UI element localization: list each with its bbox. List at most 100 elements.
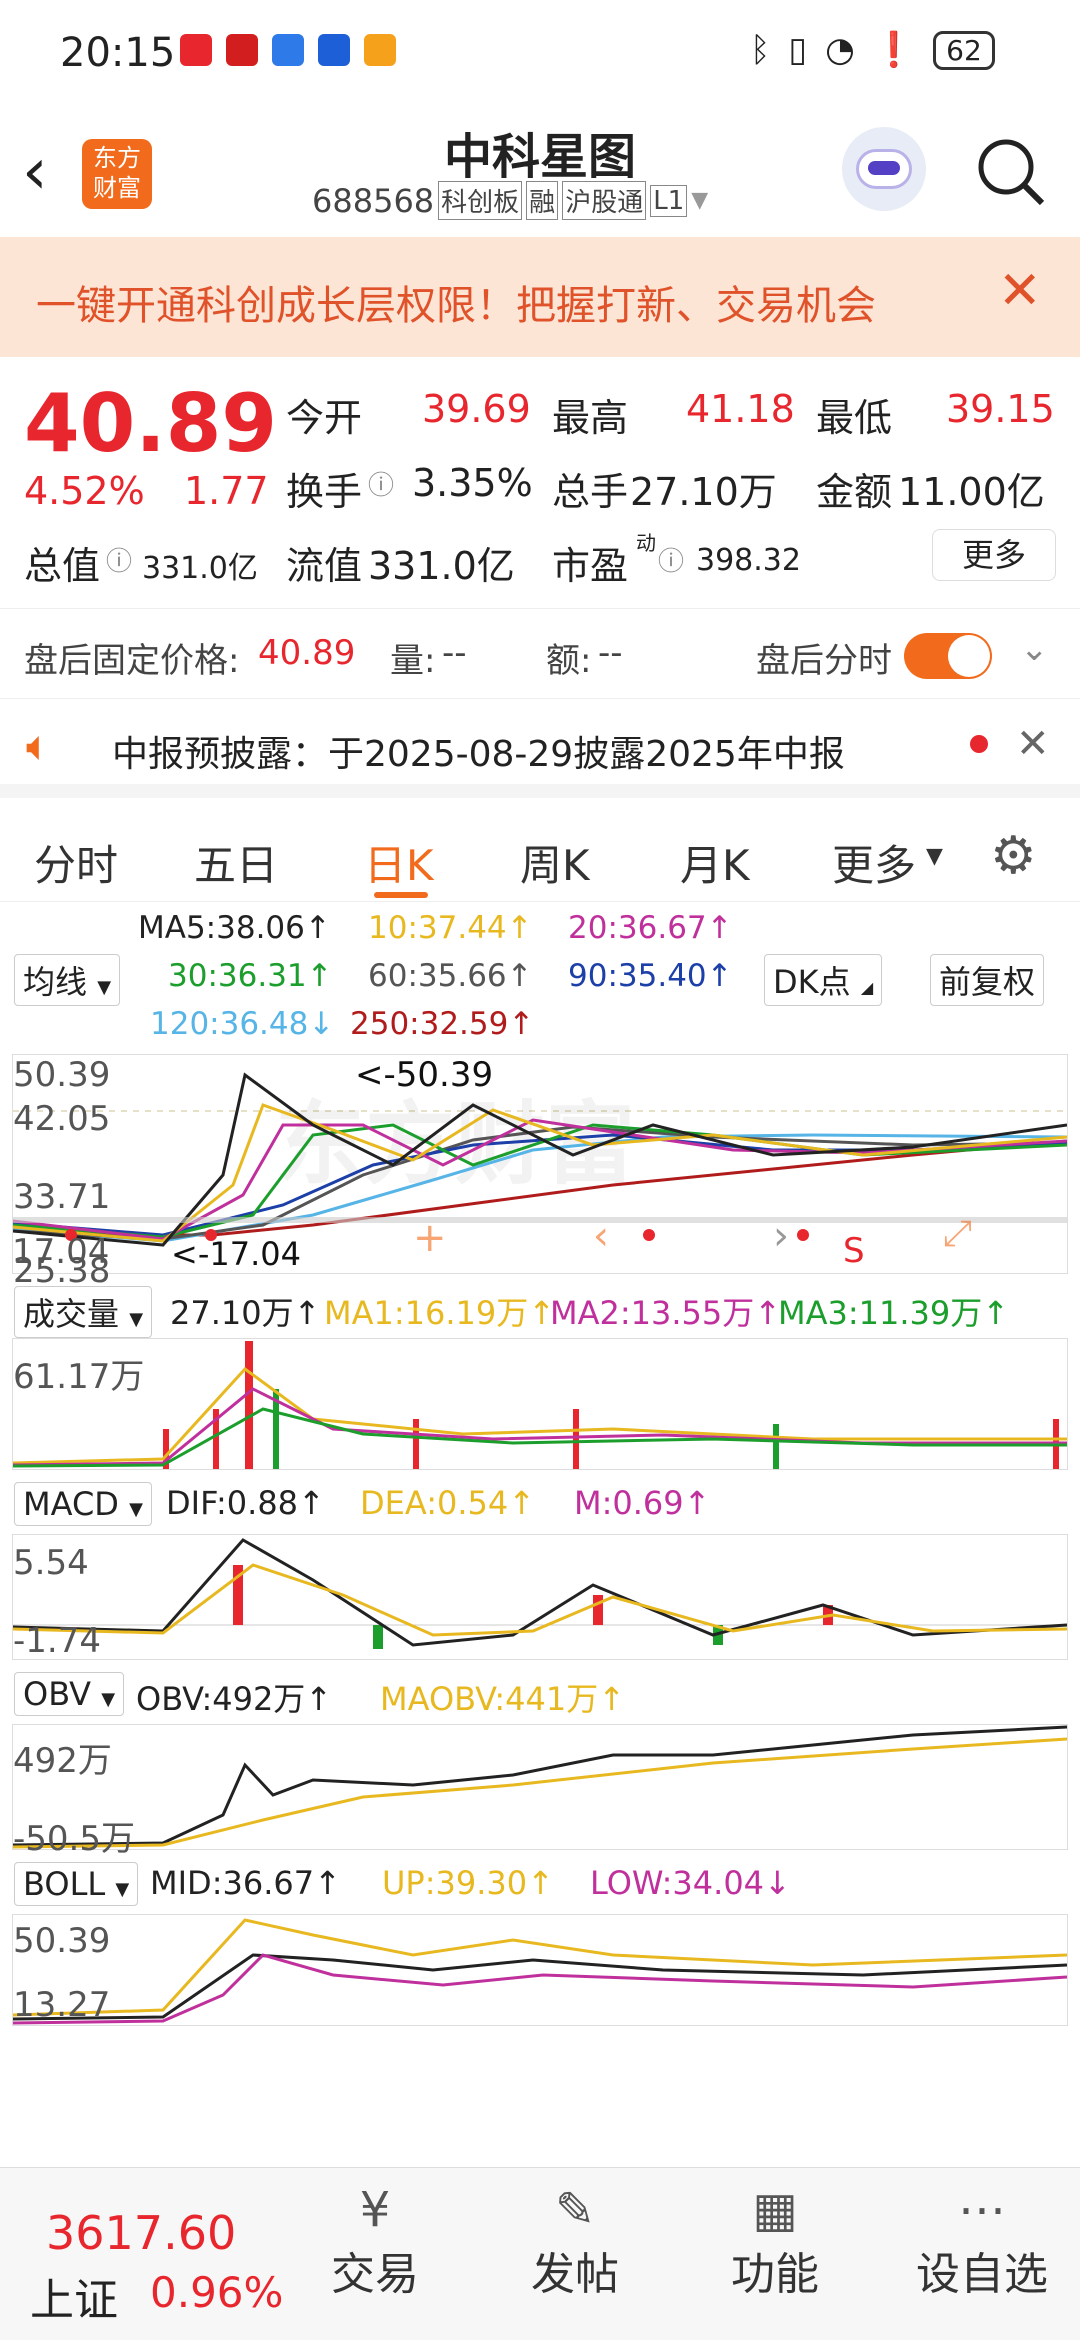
change-percent: 4.52%	[24, 469, 145, 513]
low-label: 最低	[816, 396, 893, 440]
search-icon[interactable]	[974, 135, 1046, 207]
dk-point-button[interactable]: DK点 ◢	[764, 954, 883, 1006]
obv-selector[interactable]: OBV ▼	[14, 1672, 125, 1716]
ma250-value: 250:32.59↑	[350, 1006, 535, 1042]
turnover-label: 换手	[286, 470, 363, 514]
close-icon[interactable]: ✕	[998, 261, 1042, 321]
turnover-value: 3.35%	[412, 461, 533, 505]
after-vol-label: 量:	[390, 641, 436, 681]
ma-selector-label: 均线	[23, 963, 88, 1001]
caret-down-icon: ▼	[115, 1879, 130, 1900]
promo-banner[interactable]: 一键开通科创成长层权限！把握打新、交易机会 ✕	[0, 237, 1080, 357]
kline-panel[interactable]: 东方财富 50.39 42.05 33.71 25.38 17.04 <-50.…	[12, 1054, 1068, 1291]
boll-axis-bottom: 13.27	[13, 1985, 111, 2025]
macd-selector[interactable]: MACD ▼	[14, 1482, 152, 1526]
maobv-line	[12, 1737, 1068, 1849]
after-hours-toggle-label: 盘后分时	[756, 641, 892, 681]
info-icon[interactable]: ⓘ	[368, 465, 394, 502]
info-icon[interactable]: ⓘ	[658, 541, 684, 578]
trade-button[interactable]: ¥ 交易	[320, 2182, 430, 2332]
close-icon[interactable]: ✕	[1016, 721, 1050, 767]
crosshair-icon[interactable]: +	[413, 1215, 447, 1261]
speaker-icon: 🔈︎	[26, 721, 52, 770]
volume-ma3: MA3:11.39万↑	[778, 1294, 1010, 1332]
low-value: 39.15	[946, 387, 1055, 431]
float-label: 流值	[286, 544, 363, 588]
tab-intraday[interactable]: 分时	[34, 832, 118, 893]
tab-more[interactable]: 更多	[832, 832, 916, 893]
gear-icon[interactable]: ⚙	[990, 826, 1037, 886]
pe-value: 398.32	[696, 543, 801, 578]
volume-ma1-line	[12, 1366, 1067, 1465]
app-notification-icon	[318, 34, 350, 66]
tab-five-day[interactable]: 五日	[194, 832, 278, 893]
open-value: 39.69	[422, 387, 531, 431]
max-price-marker: <-50.39	[355, 1055, 494, 1095]
tag-star-market: 科创板	[438, 181, 523, 220]
after-amt-value: --	[598, 633, 623, 673]
obv-chart	[12, 1725, 1068, 1849]
after-hours-toggle[interactable]	[904, 633, 992, 679]
robot-assistant-icon[interactable]	[842, 127, 926, 211]
obv-value: OBV:492万↑	[136, 1680, 333, 1718]
expand-icon[interactable]: ⤢	[943, 1213, 972, 1255]
boll-up: UP:39.30↑	[382, 1864, 554, 1902]
trade-label: 交易	[331, 2249, 419, 2300]
obv-axis-bottom: -50.5万	[13, 1819, 135, 1859]
add-watchlist-button[interactable]: ⋯ 设自选	[904, 2182, 1060, 2332]
after-hours-row: 盘后固定价格: 40.89 量: -- 额: -- 盘后分时 ⌄	[0, 608, 1080, 698]
chevron-down-icon[interactable]: ⌄	[1020, 629, 1049, 669]
tab-weekly-k[interactable]: 周K	[520, 832, 590, 893]
volume-ma2: MA2:13.55万↑	[550, 1294, 782, 1332]
tag-connect: 沪股通	[562, 181, 647, 220]
volume-ma2-line	[12, 1387, 1067, 1467]
float-value: 331.0亿	[368, 544, 515, 588]
edit-icon: ✎	[554, 2182, 596, 2238]
obv-panel[interactable]: 492万 -50.5万	[12, 1724, 1068, 1859]
caret-down-icon: ▼	[97, 977, 112, 998]
volume-bar	[773, 1424, 779, 1469]
bluetooth-app-icon	[272, 34, 304, 66]
ma90-value: 90:35.40↑	[568, 958, 733, 994]
info-icon[interactable]: ⓘ	[106, 541, 132, 578]
boll-selector[interactable]: BOLL ▼	[14, 1862, 139, 1906]
chevron-left-icon[interactable]: ‹	[593, 1213, 609, 1259]
chevron-right-icon[interactable]: ›	[773, 1213, 789, 1259]
index-ticker[interactable]: 3617.60 上证 0.96%	[0, 2168, 300, 2341]
macd-m: M:0.69↑	[574, 1484, 711, 1522]
post-label: 发帖	[531, 2249, 619, 2300]
pe-superscript: 动	[636, 531, 656, 555]
notice-bar[interactable]: 🔈︎ 中报预披露：于2025-08-29披露2025年中报 ✕	[0, 698, 1080, 798]
dk-point-label: DK点	[773, 963, 851, 1001]
stock-code-row[interactable]: 688568 科创板 融 沪股通 L1 ▼	[312, 181, 708, 220]
sell-signal: S	[843, 1231, 865, 1271]
amount-label: 金额	[816, 470, 893, 514]
macd-panel[interactable]: 5.54 -1.74	[12, 1534, 1068, 1661]
index-name: 上证	[30, 2275, 118, 2326]
obv-line	[12, 1725, 1068, 1847]
chart-area: 均线 ▼ MA5:38.06↑ 10:37.44↑ 20:36.67↑ 30:3…	[0, 902, 1080, 2167]
app-notification-icon	[180, 34, 212, 66]
tab-daily-k[interactable]: 日K	[364, 832, 434, 893]
ma-selector[interactable]: 均线 ▼	[14, 954, 121, 1006]
mktcap-label: 总值	[24, 544, 101, 588]
notice-text: 中报预披露：于2025-08-29披露2025年中报	[112, 734, 845, 775]
adjust-button[interactable]: 前复权	[930, 954, 1045, 1006]
more-button[interactable]: 更多	[932, 529, 1056, 581]
volume-panel[interactable]: 61.17万	[12, 1338, 1068, 1470]
high-value: 41.18	[686, 387, 795, 431]
tab-monthly-k[interactable]: 月K	[680, 832, 750, 893]
volume-selector[interactable]: 成交量 ▼	[14, 1286, 153, 1338]
volume-ma1: MA1:16.19万↑	[324, 1294, 556, 1332]
caret-down-icon: ▼	[101, 1689, 116, 1710]
maobv-value: MAOBV:441万↑	[380, 1680, 626, 1718]
app-notification-icon	[226, 34, 258, 66]
post-button[interactable]: ✎ 发帖	[520, 2182, 630, 2332]
play-app-icon	[364, 34, 396, 66]
boll-panel[interactable]: 50.39 13.27	[12, 1914, 1068, 2026]
kline-axis-top: 50.39	[13, 1055, 111, 1095]
wifi-icon: ◔	[825, 30, 855, 70]
quote-panel: 40.89 4.52% 1.77 今开 39.69 最高 41.18 最低 39…	[0, 357, 1080, 607]
unread-dot	[970, 735, 988, 753]
function-button[interactable]: ▦ 功能	[720, 2182, 830, 2332]
